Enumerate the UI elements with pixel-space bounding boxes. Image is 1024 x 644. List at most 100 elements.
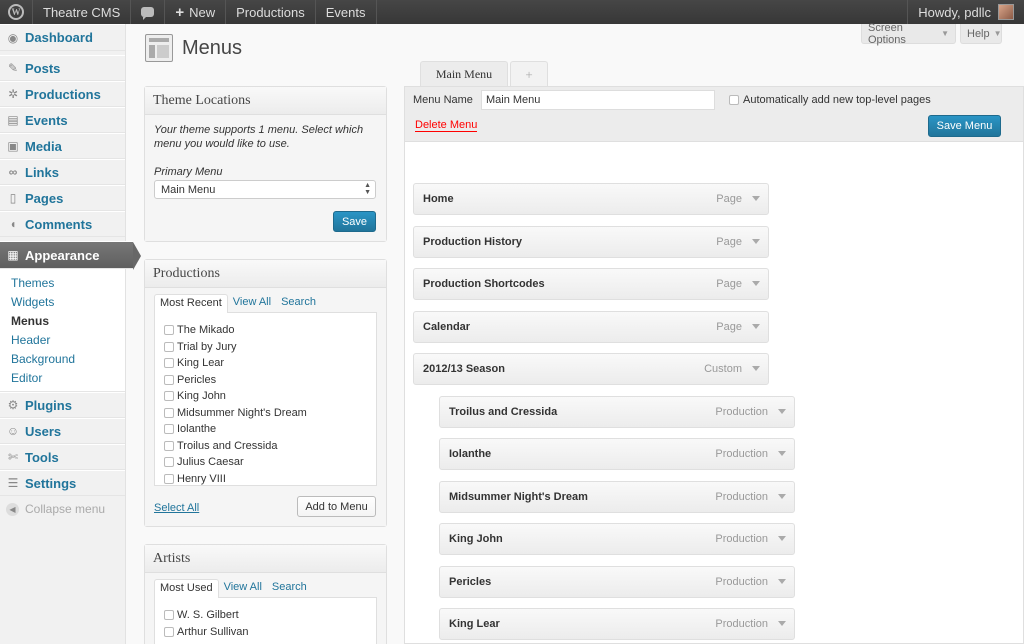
expand-arrow-icon[interactable] (752, 324, 760, 329)
tab-main-menu[interactable]: Main Menu (420, 61, 508, 87)
comments-button[interactable] (131, 0, 166, 24)
sidebar-item-events[interactable]: ▤ Events (0, 107, 125, 133)
expand-arrow-icon[interactable] (752, 196, 760, 201)
checkbox[interactable] (164, 457, 174, 468)
site-name-link[interactable]: Theatre CMS (33, 0, 132, 24)
screen-options-button[interactable]: Screen Options ▼ (861, 22, 956, 46)
save-locations-button[interactable]: Save (333, 211, 376, 232)
checkbox[interactable] (164, 325, 174, 336)
list-item[interactable]: Henry VIII (164, 471, 367, 486)
sidebar-item-dashboard[interactable]: ◉ Dashboard (0, 24, 125, 51)
add-to-menu-button[interactable]: Add to Menu (297, 496, 376, 517)
tab-most-recent[interactable]: Most Recent (154, 294, 228, 313)
menu-item[interactable]: Midsummer Night's Dream Production (439, 481, 795, 513)
list-item[interactable]: Arthur Sullivan (164, 624, 367, 641)
chevron-down-icon: ▼ (993, 29, 1002, 38)
adminbar-link-events[interactable]: Events (316, 0, 377, 24)
menu-item[interactable]: Pericles Production (439, 566, 795, 598)
sidebar-item-productions[interactable]: ✲ Productions (0, 81, 125, 107)
delete-menu-link[interactable]: Delete Menu (415, 119, 478, 132)
menu-item[interactable]: 2012/13 Season Custom (413, 353, 769, 385)
expand-arrow-icon[interactable] (752, 366, 760, 371)
help-button[interactable]: Help ▼ (960, 24, 1002, 44)
save-menu-button[interactable]: Save Menu (928, 115, 1001, 137)
menu-name-input[interactable] (481, 90, 715, 110)
submenu-item-widgets[interactable]: Widgets (0, 292, 125, 311)
checkbox[interactable] (164, 358, 174, 369)
sidebar-item-plugins[interactable]: ⚙ Plugins (0, 392, 125, 418)
list-item[interactable]: W. S. Gilbert (164, 607, 367, 624)
sidebar-item-links[interactable]: ∞ Links (0, 159, 125, 185)
submenu-item-editor[interactable]: Editor (0, 368, 125, 387)
add-menu-tab[interactable]: + (510, 61, 548, 87)
expand-arrow-icon[interactable] (778, 494, 786, 499)
greeting: Howdy, pdllc (918, 4, 991, 20)
select-all-link[interactable]: Select All (154, 502, 199, 514)
artists-box-title[interactable]: Artists (145, 545, 386, 573)
expand-arrow-icon[interactable] (778, 536, 786, 541)
menu-item[interactable]: Home Page (413, 183, 769, 215)
item-label: Iolanthe (177, 423, 217, 436)
checkbox[interactable] (164, 610, 174, 621)
checkbox[interactable] (164, 440, 174, 451)
checkbox[interactable] (164, 424, 174, 435)
menu-item[interactable]: Troilus and Cressida Production (439, 396, 795, 428)
checkbox[interactable] (164, 407, 174, 418)
productions-box-title[interactable]: Productions (145, 260, 386, 288)
sidebar-item-posts[interactable]: ✎ Posts (0, 55, 125, 81)
account-menu[interactable]: Howdy, pdllc (907, 0, 1024, 24)
menu-item[interactable]: Production Shortcodes Page (413, 268, 769, 300)
sidebar-item-settings[interactable]: ☰ Settings (0, 470, 125, 496)
list-item[interactable]: Midsummer Night's Dream (164, 405, 367, 422)
expand-arrow-icon[interactable] (778, 579, 786, 584)
menu-item[interactable]: King John Production (439, 523, 795, 555)
checkbox[interactable] (164, 391, 174, 402)
menu-item-type: Production (715, 491, 768, 503)
list-item[interactable]: King Lear (164, 355, 367, 372)
sidebar-item-tools[interactable]: ✄ Tools (0, 444, 125, 470)
checkbox[interactable] (164, 374, 174, 385)
tab-most-used[interactable]: Most Used (154, 579, 219, 598)
submenu-item-menus[interactable]: Menus (0, 311, 125, 330)
tab-search[interactable]: Search (267, 579, 312, 598)
menu-item[interactable]: King Lear Production (439, 608, 795, 640)
submenu-item-header[interactable]: Header (0, 330, 125, 349)
tab-search[interactable]: Search (276, 294, 321, 313)
checkbox[interactable] (164, 626, 174, 637)
list-item[interactable]: The Mikado (164, 322, 367, 339)
menu-item[interactable]: Iolanthe Production (439, 438, 795, 470)
expand-arrow-icon[interactable] (778, 409, 786, 414)
sidebar-item-comments[interactable]: ◖ Comments (0, 211, 125, 237)
auto-add-checkbox[interactable] (729, 95, 739, 105)
menu-name-label: Menu Name (413, 94, 473, 106)
expand-arrow-icon[interactable] (752, 281, 760, 286)
sidebar-item-pages[interactable]: ▯ Pages (0, 185, 125, 211)
primary-menu-select[interactable]: Main Menu ▲ ▼ (154, 180, 376, 199)
submenu-item-themes[interactable]: Themes (0, 273, 125, 292)
expand-arrow-icon[interactable] (778, 451, 786, 456)
expand-arrow-icon[interactable] (752, 239, 760, 244)
submenu-item-background[interactable]: Background (0, 349, 125, 368)
adminbar-link-productions[interactable]: Productions (226, 0, 316, 24)
theme-locations-title[interactable]: Theme Locations (145, 87, 386, 115)
list-item[interactable]: Trial by Jury (164, 339, 367, 356)
expand-arrow-icon[interactable] (778, 621, 786, 626)
menu-item[interactable]: Calendar Page (413, 311, 769, 343)
checkbox[interactable] (164, 341, 174, 352)
new-content-button[interactable]: + New (165, 0, 227, 24)
sidebar-item-users[interactable]: ☺ Users (0, 418, 125, 444)
list-item[interactable]: King John (164, 388, 367, 405)
wordpress-logo-button[interactable]: W (0, 0, 33, 24)
collapse-menu-button[interactable]: ◀ Collapse menu (0, 496, 125, 522)
auto-add-pages-option[interactable]: Automatically add new top-level pages (729, 94, 931, 106)
checkbox[interactable] (164, 473, 174, 484)
tab-view-all[interactable]: View All (219, 579, 267, 598)
menu-item[interactable]: Production History Page (413, 226, 769, 258)
list-item[interactable]: Julius Caesar (164, 454, 367, 471)
list-item[interactable]: Troilus and Cressida (164, 438, 367, 455)
list-item[interactable]: Pericles (164, 372, 367, 389)
list-item[interactable]: Iolanthe (164, 421, 367, 438)
sidebar-item-appearance[interactable]: ▦ Appearance (0, 241, 141, 270)
tab-view-all[interactable]: View All (228, 294, 276, 313)
sidebar-item-media[interactable]: ▣ Media (0, 133, 125, 159)
